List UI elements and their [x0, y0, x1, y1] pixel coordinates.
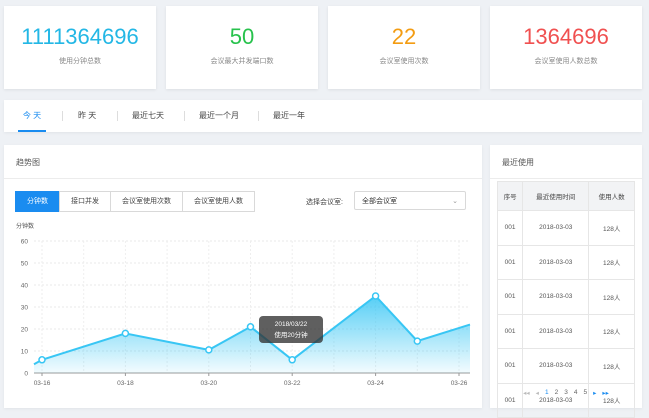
first-page-icon[interactable]: ◂◂	[523, 389, 530, 397]
panel-divider	[490, 178, 642, 179]
y-tick-label: 20	[21, 327, 29, 334]
page-link[interactable]: 2	[555, 389, 559, 397]
cell-index: 001	[496, 244, 524, 280]
recent-title: 最近使用	[502, 158, 534, 167]
trend-panel: 趋势图 分钟数 接口并发 会议室使用次数 会议室使用人数 选择会议室: 全部会议…	[4, 145, 482, 408]
y-tick-label: 0	[24, 371, 28, 378]
data-point	[121, 329, 130, 338]
tab-divider	[117, 111, 118, 121]
cell-people: 128人	[588, 348, 635, 384]
table-row[interactable]: 001 2018-03-03 128人	[496, 244, 635, 280]
cell-people: 128人	[588, 210, 635, 246]
time-range-tabs: 今 天 昨 天 最近七天 最近一个月 最近一年	[4, 100, 642, 132]
page-link[interactable]: 1	[545, 389, 549, 397]
next-page-icon[interactable]: ▸	[593, 389, 596, 397]
tab-divider	[258, 111, 259, 121]
cell-people: 128人	[588, 279, 635, 315]
table-row[interactable]: 001 2018-03-03 128人	[496, 348, 635, 384]
y-axis-label: 分钟数	[16, 222, 34, 230]
col-header-index: 序号	[496, 181, 524, 211]
last-page-icon[interactable]: ▸▸	[602, 389, 609, 397]
cell-index: 001	[496, 210, 524, 246]
page-link[interactable]: 5	[583, 389, 587, 397]
stat-label: 会议室使用次数	[379, 58, 429, 65]
page-link[interactable]: 3	[564, 389, 568, 397]
cell-time: 2018-03-03	[522, 244, 590, 280]
cell-index: 001	[496, 279, 524, 315]
cell-index: 001	[496, 348, 524, 384]
table-row[interactable]: 001 2018-03-03 128人	[496, 279, 635, 315]
stat-max-ports: 50 会议最大并发端口数	[166, 6, 318, 89]
y-tick-label: 50	[21, 261, 29, 268]
chart-tooltip: 2018/03/22 使用20分钟	[259, 316, 323, 343]
data-point	[371, 292, 380, 300]
tooltip-text: 使用20分钟	[274, 332, 308, 339]
x-tick-label: 03-16	[34, 380, 51, 387]
x-tick-label: 03-22	[284, 380, 301, 387]
cell-time: 2018-03-03	[522, 348, 590, 384]
y-tick-label: 30	[21, 305, 29, 312]
x-tick-label: 03-24	[367, 380, 384, 387]
stat-room-uses: 22 会议室使用次数	[328, 6, 480, 89]
data-point	[288, 356, 296, 364]
trend-chart: 0 10 20 30 40 50 60 分钟数 03-16 03-18 03-20 03-22 03-2…	[16, 222, 471, 387]
table-header-row: 序号 最近使用时间 使用人数	[496, 181, 635, 211]
y-tick-label: 10	[21, 349, 29, 356]
stat-label: 会议最大并发端口数	[210, 58, 274, 65]
series-area	[34, 296, 470, 373]
stat-value: 1111364696	[21, 24, 139, 49]
x-tick-label: 03-20	[200, 380, 217, 387]
page-link[interactable]: 4	[574, 389, 578, 397]
stat-label: 使用分钟总数	[59, 58, 101, 65]
cell-time: 2018-03-03	[522, 210, 590, 246]
stat-total-minutes: 1111364696 使用分钟总数	[4, 6, 156, 89]
stat-room-people: 1364696 会议室使用人数总数	[490, 6, 642, 89]
tab-last-7-days[interactable]: 最近七天	[132, 100, 164, 130]
cell-people: 128人	[588, 313, 635, 349]
table-row[interactable]: 001 2018-03-03 128人	[496, 313, 635, 349]
stat-label: 会议室使用人数总数	[534, 58, 598, 65]
data-point	[205, 346, 213, 354]
stat-value: 22	[391, 24, 417, 49]
table-row[interactable]: 001 2018-03-03 128人	[496, 210, 635, 246]
tab-last-month[interactable]: 最近一个月	[199, 100, 239, 130]
cell-time: 2018-03-03	[522, 279, 590, 315]
data-point	[246, 323, 255, 331]
cell-people: 128人	[588, 244, 635, 280]
data-point	[413, 337, 422, 345]
data-point	[38, 356, 46, 364]
tab-last-year[interactable]: 最近一年	[273, 100, 305, 130]
cell-time: 2018-03-03	[522, 313, 590, 349]
tooltip-date: 2018/03/22	[274, 321, 308, 328]
cell-index: 001	[496, 313, 524, 349]
tab-yesterday[interactable]: 昨 天	[78, 100, 96, 130]
x-tick-label: 03-18	[117, 380, 134, 387]
col-header-people: 使用人数	[588, 181, 635, 211]
stat-value: 1364696	[523, 24, 609, 49]
tab-divider	[62, 111, 63, 121]
x-tick-label: 03-26	[451, 380, 468, 387]
recent-table: 序号 最近使用时间 使用人数 001 2018-03-03 128人 001 2018-…	[496, 181, 635, 418]
y-tick-label: 60	[21, 239, 29, 246]
y-tick-label: 40	[21, 283, 29, 290]
col-header-time: 最近使用时间	[522, 181, 590, 211]
stat-value: 50	[229, 24, 255, 49]
prev-page-icon[interactable]: ◂	[536, 389, 539, 397]
tab-divider	[184, 111, 185, 121]
pagination: ◂◂ ◂ 1 2 3 4 5 ▸ ▸▸	[490, 389, 642, 397]
tab-today[interactable]: 今 天	[18, 100, 46, 132]
recent-usage-panel: 最近使用 序号 最近使用时间 使用人数 001 2018-03-03 128人 001…	[490, 145, 642, 418]
